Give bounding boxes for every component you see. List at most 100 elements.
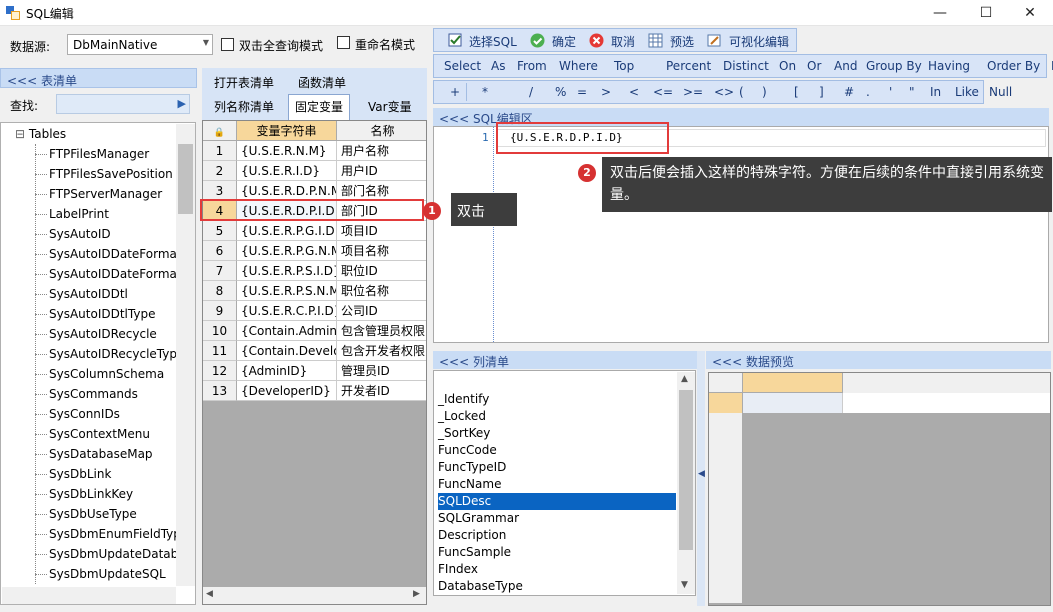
tree-item[interactable]: LabelPrint (49, 207, 109, 221)
keyword-button-select[interactable]: Select (444, 59, 481, 73)
column-list-scrollbar[interactable]: ▲ ▼ (677, 372, 695, 594)
scroll-thumb[interactable] (679, 390, 693, 550)
operator-button-2[interactable]: / (529, 85, 533, 99)
name-cell[interactable]: 公司ID (337, 301, 426, 321)
variable-cell[interactable]: {Contain.Admin} (237, 321, 337, 341)
operator-button-6[interactable]: < (629, 85, 639, 99)
tree-item[interactable]: SysColumnSchema (49, 367, 164, 381)
tab-fixed-variables[interactable]: 固定变量 (288, 94, 351, 120)
panel-splitter[interactable]: ◀ (697, 351, 705, 606)
variable-cell[interactable]: {U.S.E.R.I.D} (237, 161, 337, 181)
operator-button-18[interactable]: In (930, 85, 941, 99)
cancel-button[interactable]: 取消 (611, 33, 635, 50)
operator-button-14[interactable]: # (844, 85, 854, 99)
list-item[interactable]: SQLGrammar (438, 510, 676, 527)
list-item[interactable]: _Identify (438, 391, 676, 408)
operator-button-3[interactable]: % (555, 85, 566, 99)
variable-cell[interactable]: {U.S.E.R.P.G.I.D} (237, 221, 337, 241)
list-item[interactable]: FuncCode (438, 442, 676, 459)
keyword-button-or[interactable]: Or (807, 59, 821, 73)
preview-row[interactable] (709, 393, 1050, 413)
search-input[interactable]: ▶ (56, 94, 190, 114)
visual-edit-button[interactable]: 可视化编辑 (729, 33, 789, 50)
table-row[interactable]: 3 {U.S.E.R.D.P.N.M 部门名称 (203, 181, 426, 201)
table-row[interactable]: 13 {DeveloperID} 开发者ID (203, 381, 426, 401)
table-tree[interactable]: ⊟ Tables FTPFilesManager FTPFilesSavePosi… (0, 122, 196, 605)
name-cell[interactable]: 包含管理员权限 (337, 321, 426, 341)
tab-functions[interactable]: 函数清单 (292, 72, 352, 93)
table-row[interactable]: 5 {U.S.E.R.P.G.I.D} 项目ID (203, 221, 426, 241)
preview-cell[interactable] (743, 393, 843, 413)
keyword-button-distinct[interactable]: Distinct (723, 59, 769, 73)
operator-button-17[interactable]: " (909, 85, 915, 99)
operator-button-8[interactable]: >= (683, 85, 703, 99)
tree-item[interactable]: SysAutoIDRecycle (49, 327, 157, 341)
datasource-select[interactable]: DbMainNative ▼ (67, 34, 213, 55)
table-list-header[interactable]: <<< 表清单 (0, 68, 197, 88)
list-item[interactable]: SQLDesc (438, 493, 676, 510)
name-cell[interactable]: 包含开发者权限 (337, 341, 426, 361)
name-cell[interactable]: 用户ID (337, 161, 426, 181)
name-cell[interactable]: 部门名称 (337, 181, 426, 201)
data-preview-grid[interactable] (708, 372, 1051, 606)
operator-button-1[interactable]: * (482, 85, 488, 99)
name-cell[interactable]: 管理员ID (337, 361, 426, 381)
tree-item[interactable]: SysAutoIDDateFormat (49, 267, 182, 281)
grid-header-name[interactable]: 名称 (337, 121, 426, 141)
operator-button-4[interactable]: = (577, 85, 587, 99)
chevron-left-icon[interactable]: ◀ (698, 469, 705, 479)
tree-item[interactable]: SysDbmUpdateSQL (49, 567, 166, 581)
name-cell[interactable]: 用户名称 (337, 141, 426, 161)
variable-cell[interactable]: {U.S.E.R.C.P.I.D} (237, 301, 337, 321)
operator-button-0[interactable]: + (450, 85, 460, 99)
table-row[interactable]: 2 {U.S.E.R.I.D} 用户ID (203, 161, 426, 181)
operator-button-16[interactable]: ' (889, 85, 892, 99)
tree-item[interactable]: SysAutoIDDtl (49, 287, 128, 301)
operator-button-15[interactable]: . (866, 85, 870, 99)
table-row[interactable]: 8 {U.S.E.R.P.S.N.M} 职位名称 (203, 281, 426, 301)
table-row[interactable]: 11{Contain.Develop包含开发者权限 (203, 341, 426, 361)
table-row[interactable]: 12 {AdminID} 管理员ID (203, 361, 426, 381)
tree-horizontal-scrollbar[interactable] (2, 587, 176, 604)
keyword-button-having[interactable]: Having (928, 59, 970, 73)
operator-button-10[interactable]: ( (739, 85, 744, 99)
keyword-button-where[interactable]: Where (559, 59, 598, 73)
list-item[interactable]: FuncName (438, 476, 676, 493)
tree-item[interactable]: SysContextMenu (49, 427, 150, 441)
close-button[interactable]: ✕ (1007, 0, 1053, 26)
chevron-left-icon[interactable]: ◀ (206, 589, 213, 599)
variable-cell[interactable]: {U.S.E.R.N.M} (237, 141, 337, 161)
maximize-button[interactable]: ☐ (963, 0, 1009, 26)
tree-root-tables[interactable]: ⊟ Tables (15, 127, 66, 141)
list-item[interactable]: FIndex (438, 561, 676, 578)
tree-item[interactable]: SysDbLinkKey (49, 487, 133, 501)
column-list-header[interactable]: <<< 列清单 (433, 351, 697, 369)
operator-button-20[interactable]: Null (989, 85, 1012, 99)
chevron-right-icon[interactable]: ▶ (413, 589, 420, 599)
keyword-button-top[interactable]: Top (614, 59, 634, 73)
rename-mode-checkbox[interactable] (337, 36, 350, 49)
operator-button-9[interactable]: <> (714, 85, 734, 99)
tree-item[interactable]: SysDbmEnumFieldTyp (49, 527, 181, 541)
keyword-button-on[interactable]: On (779, 59, 796, 73)
tree-item[interactable]: SysDatabaseMap (49, 447, 153, 461)
name-cell[interactable]: 项目ID (337, 221, 426, 241)
preview-header-cell[interactable] (743, 373, 843, 393)
data-preview-header[interactable]: <<< 数据预览 (706, 351, 1051, 369)
tree-item[interactable]: SysAutoID (49, 227, 111, 241)
tree-item[interactable]: SysCommands (49, 387, 138, 401)
tree-item[interactable]: SysAutoIDDateFormat (49, 247, 182, 261)
operator-button-11[interactable]: ) (762, 85, 767, 99)
operator-button-5[interactable]: > (601, 85, 611, 99)
select-sql-button[interactable]: 选择SQL (469, 33, 517, 50)
keyword-button-and[interactable]: And (834, 59, 857, 73)
keyword-button-from[interactable]: From (517, 59, 547, 73)
table-row[interactable]: 6 {U.S.E.R.P.G.N.M 项目名称 (203, 241, 426, 261)
tree-item[interactable]: FTPFilesSavePosition (49, 167, 173, 181)
name-cell[interactable]: 项目名称 (337, 241, 426, 261)
column-list[interactable]: _Identify _Locked _SortKey FuncCode FuncType… (433, 370, 696, 596)
table-row[interactable]: 1 {U.S.E.R.N.M} 用户名称 (203, 141, 426, 161)
confirm-button[interactable]: 确定 (552, 33, 576, 50)
table-row[interactable]: 7 {U.S.E.R.P.S.I.D} 职位ID (203, 261, 426, 281)
tree-item[interactable]: SysConnIDs (49, 407, 120, 421)
